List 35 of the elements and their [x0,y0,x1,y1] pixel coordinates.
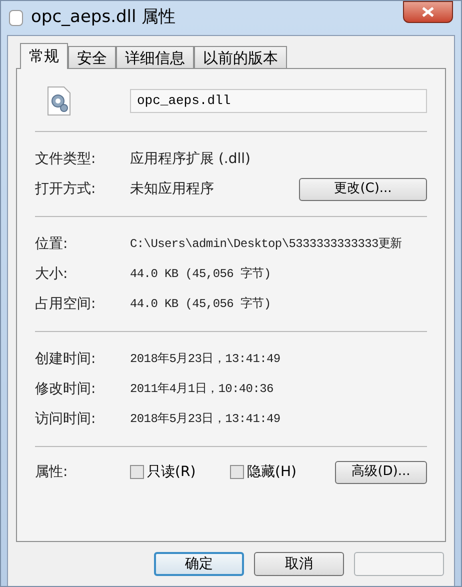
field-label: 属性: [35,462,69,482]
field-label: 创建时间: [35,350,97,368]
change-button[interactable]: 更改(C)... [299,178,427,200]
field-value: 未知应用程序 [130,180,215,198]
field-label: 大小: [35,264,69,284]
field-label: 访问时间: [35,410,97,428]
tab[interactable]: 以前的版本 [194,46,287,68]
checkbox[interactable] [230,465,244,479]
ok-button[interactable]: 确定 [154,552,244,576]
cancel-button[interactable]: 取消 [254,552,344,576]
close-icon [422,7,434,17]
checkbox-label: 隐藏(H) [247,462,296,482]
field-value: C:\Users\admin\Desktop\5333333333333更新 [130,236,403,253]
gear-file-icon [47,86,71,116]
field-value: 44.0 KB (45,056 字节) [130,296,272,313]
checkbox-label: 只读(R) [147,462,196,482]
field-label: 文件类型: [35,150,97,168]
tab[interactable]: 详细信息 [116,46,194,68]
field-value: 应用程序扩展 (.dll) [130,150,252,168]
field-value: 2011年4月1日，10:40:36 [130,381,274,398]
field-value: 2018年5月23日，13:41:49 [130,351,282,368]
advanced-button[interactable]: 高级(D)... [335,460,427,484]
tab[interactable]: 常规 [20,43,68,69]
field-value: 2018年5月23日，13:41:49 [130,411,282,428]
close-button[interactable] [403,1,453,23]
field-label: 占用空间: [35,294,97,314]
window-title: opc_aeps.dll 属性 [31,6,176,30]
tab[interactable]: 安全 [68,46,116,68]
field-value: 44.0 KB (45,056 字节) [130,266,272,283]
file-name-field[interactable]: opc_aeps.dll [130,89,427,113]
field-label: 位置: [35,234,69,254]
field-label: 修改时间: [35,380,97,398]
file-icon [9,10,23,26]
checkbox[interactable] [130,465,144,479]
field-label: 打开方式: [35,180,97,198]
